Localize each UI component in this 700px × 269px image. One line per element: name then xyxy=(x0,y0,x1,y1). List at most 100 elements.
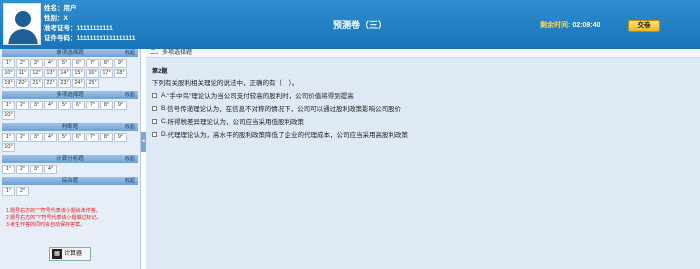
question-nav-button[interactable]: 13° xyxy=(44,69,57,78)
question-nav-button[interactable]: 14° xyxy=(58,69,71,78)
timer: 剩余时间: 02:09:40 xyxy=(540,20,600,30)
question-nav-button[interactable]: 9° xyxy=(114,59,127,68)
question-nav-button[interactable]: 3° xyxy=(30,133,43,142)
question-grid: 1° 2° 3° 4° 5° 6° 7° 8° 9° 10° 11° 12° 13° 14° 15° 16° 1… xyxy=(2,59,138,88)
question-nav-button[interactable]: 11° xyxy=(16,69,29,78)
question-nav-button[interactable]: 4° xyxy=(44,165,57,174)
question-nav-button[interactable]: 6° xyxy=(72,133,85,142)
answer-option[interactable]: D. 代理理论认为，高水平的股利政策降低了企业的代理成本，公司应当采用高股利政策 xyxy=(152,129,700,139)
exam-no: 11111111111 xyxy=(76,25,113,32)
id-label: 证件号码： xyxy=(44,35,77,42)
section-header-title: 计算分析题 xyxy=(56,156,84,162)
question-nav-button[interactable]: 7° xyxy=(86,101,99,110)
question-grid: 1° 2° 3° 4° xyxy=(2,165,138,174)
answer-option[interactable]: A. "手中鸟"理论认为当公司支付较高的股利时，公司价值将得到提高 xyxy=(152,90,700,100)
question-nav-button[interactable]: 25° xyxy=(86,79,99,88)
question-nav-button[interactable]: 10° xyxy=(2,69,15,78)
collapse-toggle[interactable]: 收起 xyxy=(125,49,135,57)
question-nav-button[interactable]: 2° xyxy=(16,101,29,110)
arrow-left-icon: ◂ xyxy=(142,138,145,144)
question-navigator: 单项选择题 收起 1° 2° 3° 4° 5° 6° 7° 8° 9° 10° 11° 12° 13° 14°… xyxy=(0,49,141,269)
user-info: 姓名：用户 性别：X 准考证号：11111111111 证件号码：1111111… xyxy=(44,4,135,44)
question-nav-button[interactable]: 1° xyxy=(2,101,15,110)
collapse-toggle[interactable]: 收起 xyxy=(125,177,135,185)
question-nav-button[interactable]: 2° xyxy=(16,165,29,174)
question-nav-button[interactable]: 5° xyxy=(58,133,71,142)
question-nav-button[interactable]: 9° xyxy=(114,101,127,110)
question-nav-button[interactable]: 2° xyxy=(16,59,29,68)
question-nav-button[interactable]: 8° xyxy=(100,59,113,68)
question-nav-button[interactable]: 8° xyxy=(100,133,113,142)
question-nav-button[interactable]: 16° xyxy=(86,69,99,78)
calculator-button[interactable]: ▦ 计算器 xyxy=(49,247,91,261)
header-bar: 姓名：用户 性别：X 准考证号：11111111111 证件号码：1111111… xyxy=(0,0,700,49)
question-panel: 二、多项选择题 第2题 下列有关股利相关理论的说法中，正确的有（ ）。 A. "手… xyxy=(146,49,700,269)
question-nav-button[interactable]: 12° xyxy=(30,69,43,78)
option-checkbox[interactable] xyxy=(152,92,157,98)
collapse-toggle[interactable]: 收起 xyxy=(125,155,135,163)
section-header-title: 单项选择题 xyxy=(56,50,84,56)
question-nav-button[interactable]: 1° xyxy=(2,187,15,196)
question-nav-button[interactable]: 4° xyxy=(44,101,57,110)
note-1: 1.题号右方的"°"符号代表该小题尚未作答。 xyxy=(6,208,101,214)
question-nav-button[interactable]: 2° xyxy=(16,133,29,142)
question-nav-button[interactable]: 3° xyxy=(30,165,43,174)
section-header-title: 判断题 xyxy=(61,124,79,130)
submit-button[interactable]: 交卷 xyxy=(628,20,660,32)
question-nav-button[interactable]: 24° xyxy=(72,79,85,88)
question-nav-button[interactable]: 22° xyxy=(44,79,57,88)
question-nav-button[interactable]: 8° xyxy=(100,101,113,110)
question-nav-button[interactable]: 4° xyxy=(44,59,57,68)
gender-label: 性别： xyxy=(44,15,64,22)
question-nav-button[interactable]: 7° xyxy=(86,59,99,68)
section-header-title: 多项选择题 xyxy=(56,92,84,98)
question-grid: 1° 2° xyxy=(2,187,138,196)
question-grid: 1° 2° 3° 4° 5° 6° 7° 8° 9° 10° xyxy=(2,101,138,120)
timer-value: 02:09:40 xyxy=(572,22,601,29)
section-title: 二、多项选择题 xyxy=(146,49,700,58)
question-nav-button[interactable]: 6° xyxy=(72,59,85,68)
question-number: 第2题 xyxy=(152,69,168,75)
question-body: 第2题 下列有关股利相关理论的说法中，正确的有（ ）。 A. "手中鸟"理论认为当… xyxy=(146,58,700,139)
answer-option[interactable]: B. 信号传递理论认为，在信息不对称的情况下，公司可以通过股利政策影响公司股价 xyxy=(152,103,700,113)
question-nav-button[interactable]: 19° xyxy=(2,79,15,88)
question-nav-button[interactable]: 4° xyxy=(44,133,57,142)
question-nav-button[interactable]: 3° xyxy=(30,59,43,68)
question-nav-button[interactable]: 2° xyxy=(16,187,29,196)
section-header-title: 综合题 xyxy=(61,178,79,184)
section-header: 单项选择题 收起 xyxy=(2,49,138,57)
user-gender: X xyxy=(63,15,68,22)
question-nav-button[interactable]: 5° xyxy=(58,101,71,110)
question-nav-button[interactable]: 9° xyxy=(114,133,127,142)
section-header: 判断题 收起 xyxy=(2,123,138,131)
question-nav-button[interactable]: 5° xyxy=(58,59,71,68)
name-label: 姓名： xyxy=(44,5,64,12)
question-nav-button[interactable]: 6° xyxy=(72,101,85,110)
collapse-toggle[interactable]: 收起 xyxy=(125,91,135,99)
question-nav-button[interactable]: 1° xyxy=(2,165,15,174)
option-checkbox[interactable] xyxy=(152,118,157,124)
exam-title: 预测卷（三） xyxy=(332,20,387,30)
question-nav-button[interactable]: 21° xyxy=(30,79,43,88)
question-nav-button[interactable]: 23° xyxy=(58,79,71,88)
user-silhouette-icon xyxy=(4,4,40,44)
question-nav-button[interactable]: 17° xyxy=(100,69,113,78)
option-checkbox[interactable] xyxy=(152,105,157,111)
question-nav-button[interactable]: 1° xyxy=(2,133,15,142)
question-nav-button[interactable]: 18° xyxy=(114,69,127,78)
question-nav-button[interactable]: 20° xyxy=(16,79,29,88)
option-text: 代理理论认为，高水平的股利政策降低了企业的代理成本，公司应当采用高股利政策 xyxy=(167,132,409,139)
option-text: 信号传递理论认为，在信息不对称的情况下，公司可以通过股利政策影响公司股价 xyxy=(167,106,402,113)
note-2: 2.题号右方的"?"符号代表该小题做过标记。 xyxy=(6,215,102,221)
option-checkbox[interactable] xyxy=(152,131,157,137)
question-nav-button[interactable]: 7° xyxy=(86,133,99,142)
id-no: 111111111111111111 xyxy=(76,35,136,42)
collapse-toggle[interactable]: 收起 xyxy=(125,123,135,131)
question-nav-button[interactable]: 3° xyxy=(30,101,43,110)
question-nav-button[interactable]: 10° xyxy=(2,111,15,120)
question-nav-button[interactable]: 15° xyxy=(72,69,85,78)
question-nav-button[interactable]: 10° xyxy=(2,143,15,152)
question-nav-button[interactable]: 1° xyxy=(2,59,15,68)
notes: 1.题号右方的"°"符号代表该小题尚未作答。 2.题号右方的"?"符号代表该小题… xyxy=(6,208,136,229)
answer-option[interactable]: C. 所得税差异理论认为，公司应当采用低股利政策 xyxy=(152,116,700,126)
